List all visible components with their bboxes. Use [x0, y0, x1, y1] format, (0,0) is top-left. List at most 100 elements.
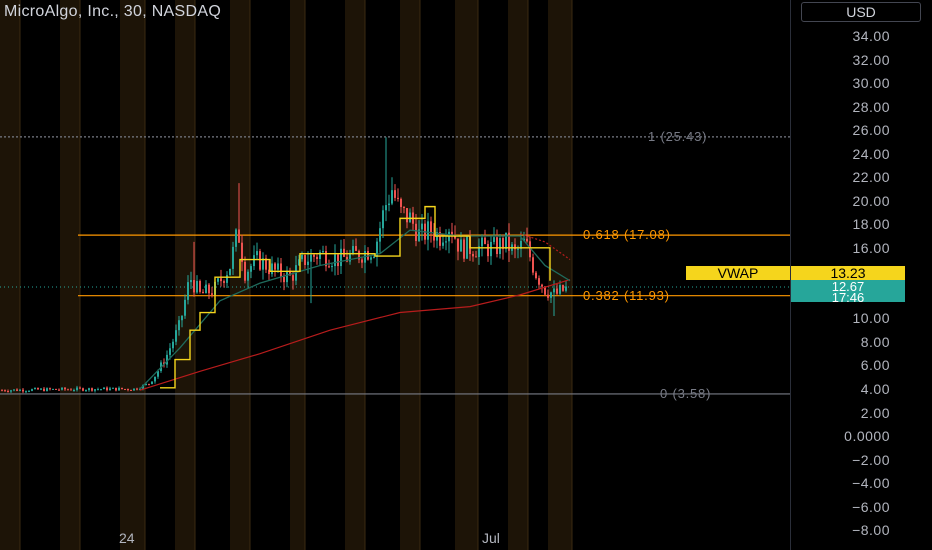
time-label-24: 24	[119, 530, 135, 546]
candle-body	[199, 280, 201, 292]
price-axis[interactable]: USD 34.00 32.00 30.00 28.00 26.00 24.00 22.00 2…	[790, 0, 932, 550]
candle-body	[406, 208, 408, 223]
candle-body	[88, 388, 90, 391]
candle-body	[220, 278, 222, 282]
candle-body	[457, 238, 459, 252]
candle-body	[397, 197, 399, 199]
candle-body	[505, 232, 507, 249]
candle-body	[415, 223, 417, 241]
fib-label: 0.382 (11.93)	[583, 287, 670, 303]
candle-body	[211, 293, 213, 295]
candle-body	[55, 388, 57, 390]
candle-body	[340, 248, 342, 267]
candle-body	[475, 256, 477, 258]
session-band	[0, 0, 20, 550]
candle-body	[313, 254, 315, 257]
candle-body	[229, 268, 231, 276]
candle-body	[31, 389, 33, 391]
candle-body	[85, 390, 87, 392]
candle-body	[532, 257, 534, 273]
candle-body	[301, 255, 303, 260]
candle-body	[79, 387, 81, 389]
candle-body	[535, 272, 537, 279]
price-tick-label: 0.0000	[844, 428, 890, 445]
price-tick-label: 4.00	[860, 381, 890, 397]
session-band	[60, 0, 80, 550]
candle-body	[244, 261, 246, 281]
candle-body	[205, 284, 207, 294]
price-tick-label: 2.00	[860, 404, 890, 421]
candle-body	[370, 257, 372, 260]
symbol-title[interactable]: MicroAlgo, Inc., 30, NASDAQ	[4, 3, 221, 21]
candle-body	[421, 223, 423, 230]
candle-body	[547, 294, 549, 298]
price-tick-label: −6.00	[852, 498, 890, 515]
candle-body	[385, 205, 387, 211]
candle-body	[277, 263, 279, 270]
candle-body	[217, 278, 219, 282]
candle-body	[190, 280, 192, 283]
candle-body	[127, 389, 129, 391]
price-tick-label: 34.00	[852, 28, 890, 44]
candle-body	[337, 254, 339, 267]
candle-body	[196, 280, 198, 293]
candle-body	[427, 221, 429, 240]
candle-body	[184, 299, 186, 316]
price-tick-label: 10.00	[852, 310, 890, 327]
price-chart[interactable]	[0, 0, 790, 550]
candle-body	[310, 254, 312, 262]
candle-body	[550, 292, 552, 298]
price-tick-label: 26.00	[852, 122, 890, 139]
candle-body	[19, 389, 21, 391]
candle-body	[1, 390, 3, 392]
price-tick-label: 24.00	[852, 145, 890, 162]
candle-body	[553, 288, 555, 293]
candle-body	[34, 388, 36, 390]
candle-body	[517, 248, 519, 250]
session-band	[455, 0, 478, 550]
candle-body	[445, 241, 447, 243]
candle-body	[562, 285, 564, 291]
candle-body	[232, 246, 234, 269]
candle-body	[307, 261, 309, 265]
candle-body	[91, 388, 93, 391]
candle-body	[373, 256, 375, 258]
last-price-badge: 12.67 17:46	[791, 280, 905, 304]
candle-body	[490, 241, 492, 257]
candle-body	[208, 284, 210, 294]
candle-body	[103, 387, 105, 390]
candle-body	[115, 387, 117, 391]
candle-body	[97, 389, 99, 391]
candle-body	[187, 282, 189, 300]
session-band	[290, 0, 305, 550]
candle-body	[130, 389, 132, 391]
candle-body	[49, 388, 51, 390]
candle-body	[61, 387, 63, 390]
candle-body	[154, 376, 156, 382]
candle-body	[112, 387, 114, 389]
price-tick-label: 22.00	[852, 169, 890, 186]
candle-body	[322, 251, 324, 253]
session-band	[120, 0, 145, 550]
candle-body	[7, 391, 9, 393]
candle-body	[328, 266, 330, 268]
price-tick-label: −8.00	[852, 522, 890, 539]
candle-body	[238, 229, 240, 243]
candle-body	[235, 229, 237, 247]
currency-button[interactable]: USD	[801, 2, 921, 22]
candle-body	[226, 275, 228, 283]
candle-body	[484, 237, 486, 245]
candle-body	[4, 390, 6, 392]
candle-body	[223, 281, 225, 283]
candle-body	[463, 239, 465, 259]
candle-body	[82, 388, 84, 391]
candle-body	[466, 236, 468, 259]
candle-body	[202, 291, 204, 294]
candle-body	[181, 315, 183, 321]
candle-body	[46, 388, 48, 392]
price-tick-label: 30.00	[852, 75, 890, 92]
candle-body	[541, 284, 543, 287]
candle-body	[67, 389, 69, 391]
candle-body	[100, 389, 102, 391]
chart-area[interactable]: MicroAlgo, Inc., 30, NASDAQ 1 (25.43) 0.6…	[0, 0, 790, 550]
